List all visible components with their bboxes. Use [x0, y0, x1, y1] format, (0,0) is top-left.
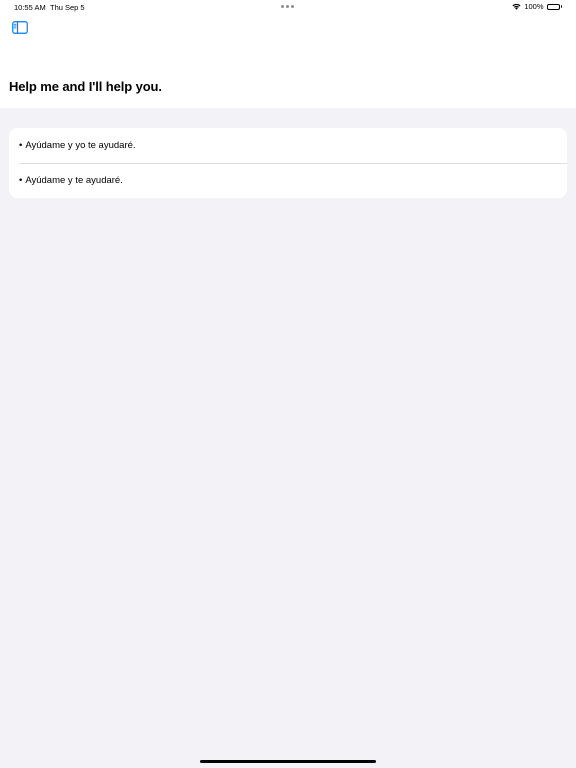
status-date: Thu Sep 5	[50, 3, 85, 12]
status-indicators: 100%	[512, 2, 562, 11]
bullet: •	[19, 140, 23, 151]
page-title: Help me and I'll help you.	[9, 79, 162, 94]
sidebar-toggle-button[interactable]	[12, 21, 28, 34]
multitasking-dots-icon[interactable]	[281, 5, 294, 8]
status-time: 10:55 AM	[14, 3, 46, 12]
translation-text: Ayúdame y yo te ayudaré.	[25, 140, 136, 151]
status-bar: 10:55 AM Thu Sep 5 100%	[0, 0, 576, 14]
wifi-icon	[512, 3, 521, 10]
translation-text: Ayúdame y te ayudaré.	[25, 175, 123, 186]
battery-icon	[546, 3, 562, 10]
list-item[interactable]: • Ayúdame y yo te ayudaré.	[9, 128, 567, 163]
battery-percent: 100%	[524, 2, 544, 11]
header-area: 10:55 AM Thu Sep 5 100% Help me and I'll…	[0, 0, 576, 108]
home-indicator[interactable]	[200, 760, 376, 763]
list-item[interactable]: • Ayúdame y te ayudaré.	[9, 163, 567, 198]
translations-list: • Ayúdame y yo te ayudaré. • Ayúdame y t…	[9, 128, 567, 198]
bullet: •	[19, 175, 23, 186]
sidebar-left-icon	[12, 21, 28, 34]
